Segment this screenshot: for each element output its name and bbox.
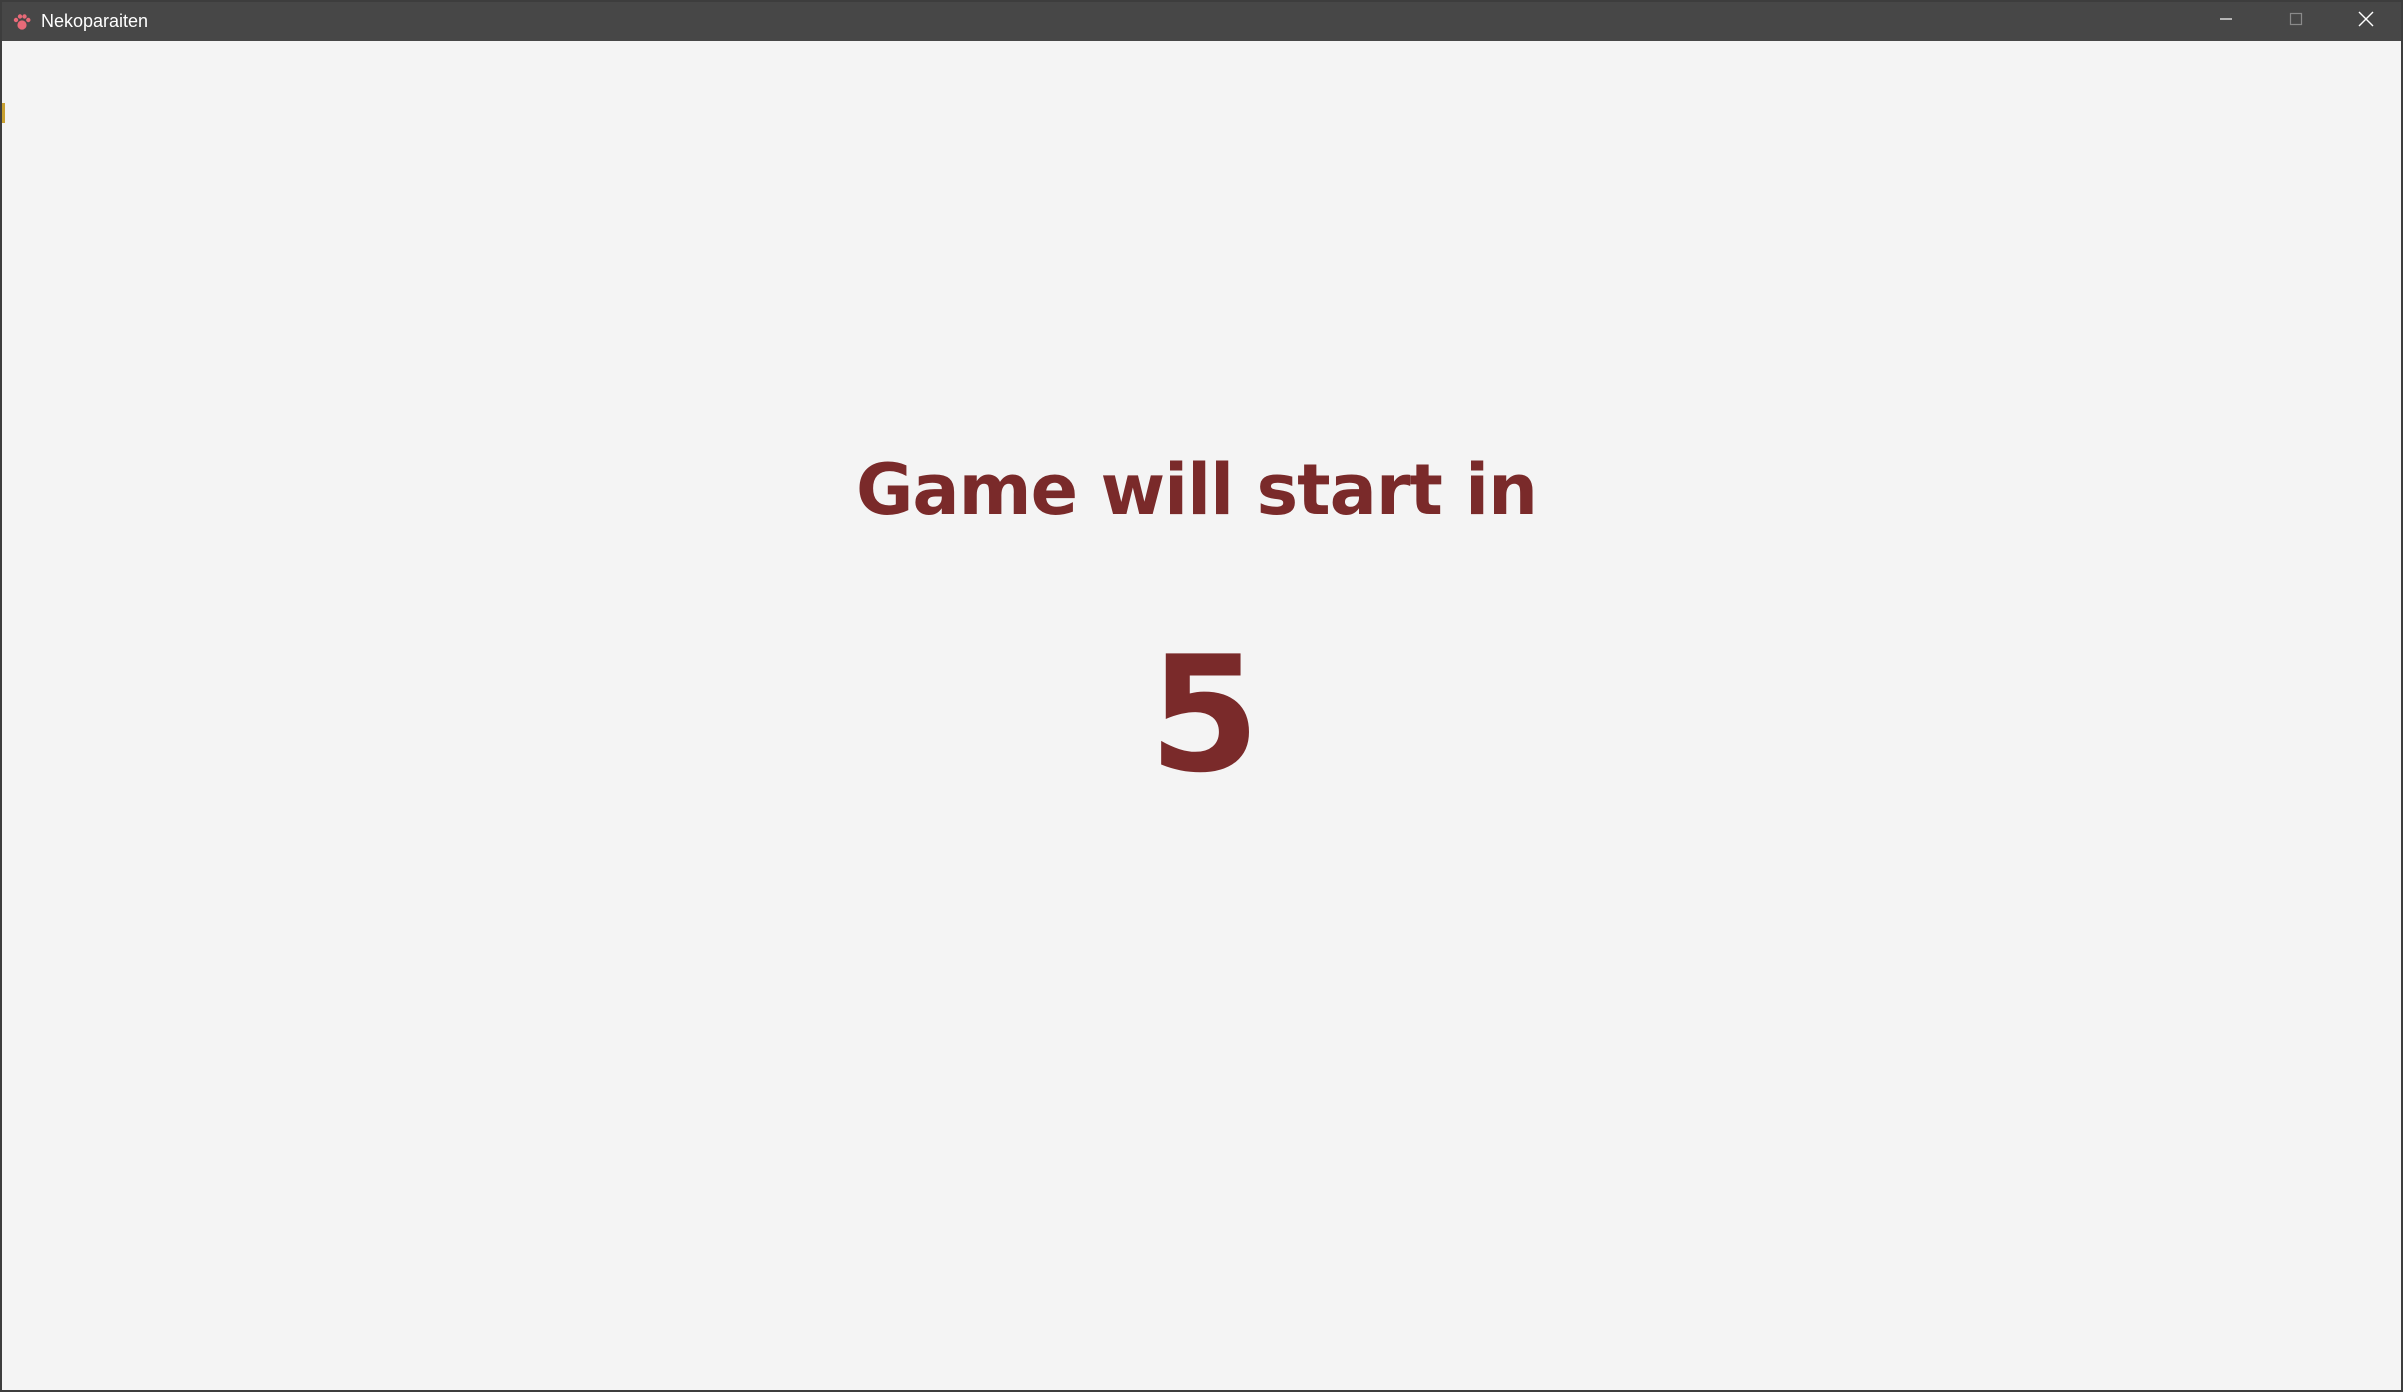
app-window: Nekoparaiten Game will start in 5 (0, 0, 2403, 1392)
maximize-icon (2288, 11, 2304, 32)
minimize-icon (2218, 11, 2234, 32)
title-bar[interactable]: Nekoparaiten (2, 2, 2401, 41)
maximize-button[interactable] (2261, 2, 2331, 41)
paw-icon (11, 11, 33, 33)
countdown-heading: Game will start in (855, 449, 1538, 531)
window-title: Nekoparaiten (41, 11, 149, 31)
window-controls (2191, 2, 2401, 41)
close-icon (2357, 10, 2375, 33)
close-button[interactable] (2331, 2, 2401, 41)
game-area[interactable]: Game will start in 5 (2, 41, 2401, 1390)
countdown-number: 5 (1148, 621, 1261, 808)
minimize-button[interactable] (2191, 2, 2261, 41)
background-window-edge (2, 103, 5, 123)
